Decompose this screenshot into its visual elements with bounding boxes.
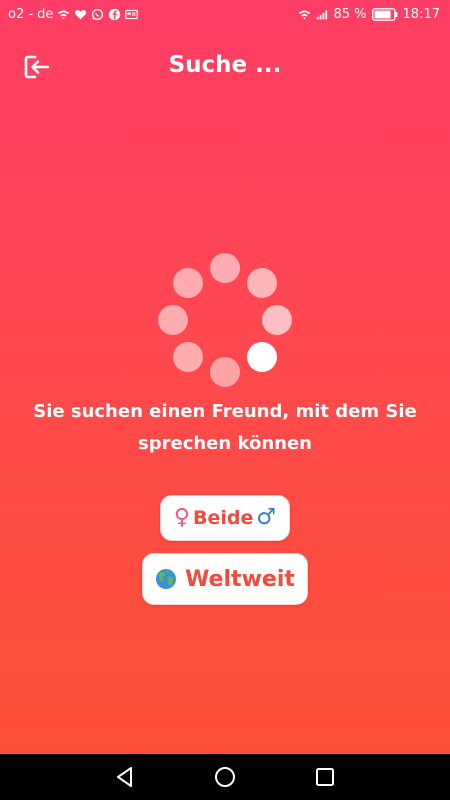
cell-signal-icon — [316, 8, 329, 21]
spinner-dot — [262, 305, 292, 335]
news-icon — [125, 8, 139, 21]
whatsapp-icon — [91, 8, 104, 21]
wifi-icon — [57, 8, 70, 21]
gender-filter-label: Beide — [193, 507, 254, 529]
region-filter-label: Weltweit — [185, 566, 295, 592]
spinner-dot — [210, 357, 240, 387]
search-message: Sie suchen einen Freund, mit dem Sie spr… — [33, 401, 417, 454]
spinner-dot — [246, 341, 277, 372]
female-icon: ♀ — [173, 505, 190, 530]
battery-icon — [371, 8, 398, 21]
male-icon: ♂ — [256, 505, 277, 530]
app-background: o2 - de 85 % 18:17 Suche ... Sie suchen … — [0, 0, 450, 754]
clock: 18:17 — [402, 7, 440, 22]
status-bar: o2 - de 85 % 18:17 — [0, 0, 450, 30]
back-triangle-icon[interactable] — [112, 764, 138, 790]
spinner-dot — [158, 305, 188, 335]
spinner-dot — [173, 268, 204, 299]
loading-spinner — [155, 250, 295, 390]
globe-icon — [155, 568, 177, 590]
home-circle-icon[interactable] — [212, 764, 238, 790]
battery-percent: 85 % — [333, 7, 367, 22]
status-bar-left: o2 - de — [8, 7, 139, 22]
region-filter-button[interactable]: Weltweit — [142, 553, 308, 605]
spinner-dot — [246, 268, 277, 299]
page-title: Suche ... — [168, 52, 282, 78]
heart-pulse-icon — [74, 8, 87, 21]
facebook-icon — [108, 8, 121, 21]
recents-square-icon[interactable] — [312, 764, 338, 790]
status-bar-right: 85 % 18:17 — [298, 7, 440, 22]
spinner-dot — [173, 341, 204, 372]
gender-filter-button[interactable]: ♀ Beide ♂ — [160, 495, 290, 541]
carrier-label: o2 - de — [8, 7, 54, 22]
navigation-bar — [0, 754, 450, 800]
wifi-signal-icon — [298, 8, 311, 21]
phone-screen: o2 - de 85 % 18:17 Suche ... Sie suchen … — [0, 0, 450, 800]
spinner-dot — [210, 253, 240, 283]
